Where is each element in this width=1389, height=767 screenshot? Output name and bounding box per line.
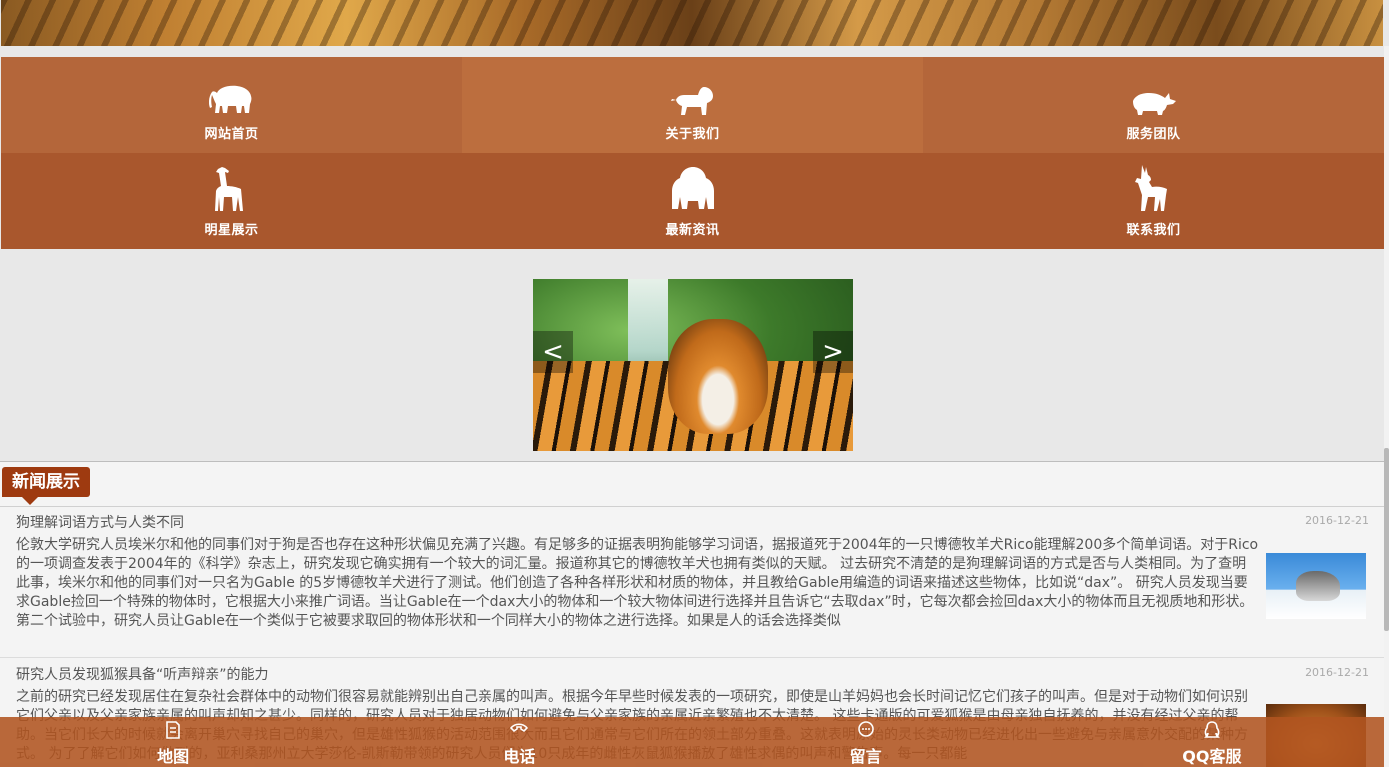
page-scrollbar-thumb[interactable] bbox=[1384, 448, 1389, 631]
news-item-thumbnail[interactable] bbox=[1266, 553, 1366, 619]
nav-item-stars[interactable]: 明星展示 bbox=[1, 153, 462, 249]
bottom-bar-label: 电话 bbox=[503, 747, 536, 766]
slider-prev-button[interactable]: < bbox=[533, 331, 573, 373]
nav-item-label: 服务团队 bbox=[1126, 127, 1181, 142]
slider-next-button[interactable]: > bbox=[813, 331, 853, 373]
news-item-summary: 伦敦大学研究人员埃米尔和他的同事们对于狗是否也存在这种形状偏见充满了兴趣。有足够… bbox=[16, 537, 1259, 629]
bottom-bar-label: QQ客服 bbox=[1182, 747, 1242, 766]
news-item-title[interactable]: 狗理解词语方式与人类不同 bbox=[16, 512, 184, 532]
page: 网站首页 关于我们 服务团队 明星展示 最新资讯 联系我们 < > 新闻展示 狗… bbox=[0, 0, 1389, 767]
nav-item-team[interactable]: 服务团队 bbox=[923, 57, 1384, 153]
top-banner-image bbox=[1, 0, 1383, 46]
giraffe-icon bbox=[208, 167, 256, 211]
antelope-icon bbox=[1130, 165, 1178, 211]
bottom-action-bar: 地图 电话 留言 QQ客服 bbox=[0, 717, 1385, 767]
image-slider: < > bbox=[533, 279, 853, 451]
nav-item-label: 网站首页 bbox=[204, 127, 259, 142]
rhino-icon bbox=[1130, 79, 1178, 115]
nav-item-home[interactable]: 网站首页 bbox=[1, 57, 462, 153]
lion-icon bbox=[669, 79, 717, 115]
bottom-map-button[interactable]: 地图 bbox=[0, 717, 346, 767]
nav-item-label: 联系我们 bbox=[1126, 223, 1181, 238]
main-nav-grid: 网站首页 关于我们 服务团队 明星展示 最新资讯 联系我们 bbox=[1, 57, 1384, 249]
elephant-icon bbox=[208, 79, 256, 115]
news-item-title[interactable]: 研究人员发现狐猴具备“听声辩亲”的能力 bbox=[16, 664, 269, 684]
qq-icon bbox=[1202, 720, 1222, 740]
news-section-title: 新闻展示 bbox=[2, 467, 90, 505]
message-icon bbox=[856, 720, 876, 740]
page-scrollbar-track[interactable] bbox=[1384, 46, 1389, 767]
phone-icon bbox=[509, 720, 529, 740]
nav-item-news[interactable]: 最新资讯 bbox=[462, 153, 923, 249]
bottom-bar-label: 地图 bbox=[157, 747, 190, 766]
nav-item-contact[interactable]: 联系我们 bbox=[923, 153, 1384, 249]
bottom-phone-button[interactable]: 电话 bbox=[346, 717, 692, 767]
nav-item-label: 明星展示 bbox=[204, 223, 259, 238]
nav-item-about[interactable]: 关于我们 bbox=[462, 57, 923, 153]
nav-item-label: 最新资讯 bbox=[665, 223, 720, 238]
nav-item-label: 关于我们 bbox=[665, 127, 720, 142]
bottom-bar-label: 留言 bbox=[849, 747, 882, 766]
news-item[interactable]: 狗理解词语方式与人类不同 2016-12-21 伦敦大学研究人员埃米尔和他的同事… bbox=[0, 512, 1385, 657]
baboon-icon bbox=[669, 167, 717, 211]
map-icon bbox=[163, 720, 183, 740]
news-item-date: 2016-12-21 bbox=[1305, 514, 1369, 527]
news-item-date: 2016-12-21 bbox=[1305, 666, 1369, 679]
divider bbox=[0, 506, 1385, 507]
slide-tiger-head bbox=[668, 319, 768, 434]
divider bbox=[0, 657, 1385, 658]
bottom-message-button[interactable]: 留言 bbox=[693, 717, 1039, 767]
bottom-qq-button[interactable]: QQ客服 bbox=[1039, 717, 1385, 767]
